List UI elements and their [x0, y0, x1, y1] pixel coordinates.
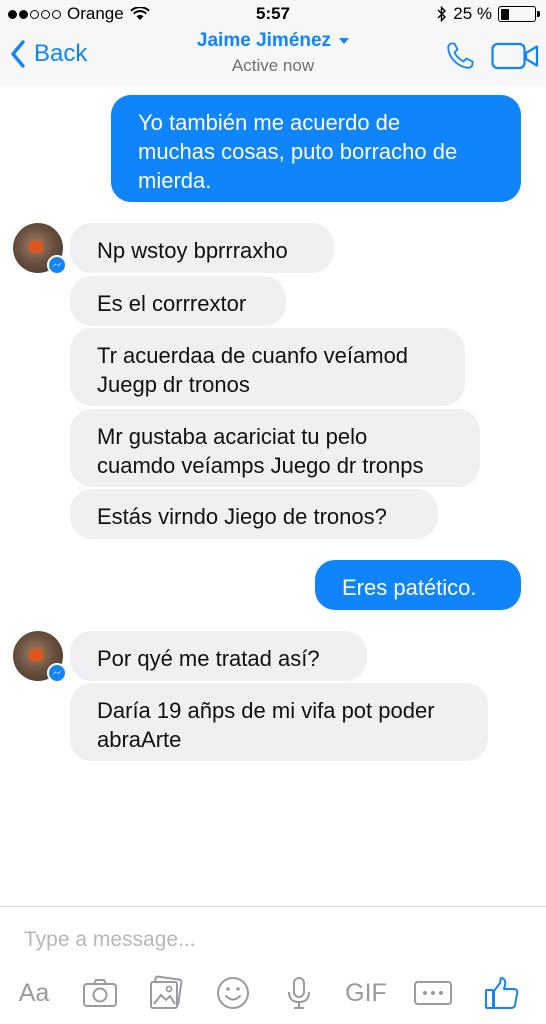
battery-icon	[498, 6, 540, 22]
camera-icon[interactable]	[82, 975, 118, 1011]
message-input[interactable]	[24, 925, 524, 955]
video-camera-icon[interactable]	[491, 41, 539, 71]
incoming-message-bubble[interactable]: Por qyé me tratad así?	[70, 631, 367, 681]
thumbs-up-icon[interactable]	[484, 975, 520, 1011]
message-composer: Aa GIF	[0, 906, 546, 1024]
back-button[interactable]: Back	[10, 40, 87, 68]
status-right: 25 %	[437, 4, 540, 24]
incoming-message-bubble[interactable]: Daría 19 añps de mi vifa pot poder abraA…	[70, 683, 488, 761]
emoji-icon[interactable]	[215, 975, 251, 1011]
photo-icon[interactable]	[148, 975, 184, 1011]
outgoing-message-bubble[interactable]: Eres patético.	[315, 560, 521, 610]
incoming-message-bubble[interactable]: Mr gustaba acariciat tu pelo cuamdo veía…	[70, 409, 480, 487]
contact-avatar[interactable]	[13, 631, 67, 683]
battery-percent: 25 %	[453, 4, 492, 23]
contact-name: Jaime Jiménez	[196, 30, 332, 51]
gif-button[interactable]: GIF	[342, 975, 390, 1011]
contact-name-button[interactable]: Jaime Jiménez	[196, 30, 350, 52]
incoming-message-bubble[interactable]: Estás virndo Jiego de tronos?	[70, 489, 438, 539]
message-thread[interactable]: Yo también me acuerdo de muchas cosas, p…	[0, 86, 546, 906]
navigation-bar: Back Jaime Jiménez Active now	[0, 28, 546, 86]
composer-toolbar: Aa GIF	[0, 971, 546, 1015]
chevron-down-icon	[339, 38, 350, 44]
text-tool-button[interactable]: Aa	[14, 975, 54, 1011]
back-chevron-icon	[11, 40, 25, 68]
messenger-badge-icon	[47, 663, 67, 683]
incoming-message-bubble[interactable]: Es el corrrextor	[70, 276, 286, 326]
microphone-icon[interactable]	[281, 975, 317, 1011]
bluetooth-icon	[437, 5, 447, 23]
incoming-message-bubble[interactable]: Tr acuerdaa de cuanfo veíamod Juegp dr t…	[70, 328, 465, 406]
messenger-badge-icon	[47, 255, 67, 275]
phone-icon[interactable]	[445, 41, 475, 71]
conversation-header[interactable]: Jaime Jiménez Active now	[150, 30, 396, 76]
status-bar: Orange 5:57 25 %	[0, 0, 546, 28]
more-icon[interactable]	[413, 975, 453, 1011]
active-status: Active now	[231, 56, 315, 75]
contact-avatar[interactable]	[13, 223, 67, 275]
incoming-message-bubble[interactable]: Np wstoy bprrraxho	[70, 223, 334, 273]
back-label: Back	[34, 40, 88, 67]
outgoing-message-bubble[interactable]: Yo también me acuerdo de muchas cosas, p…	[111, 95, 521, 202]
